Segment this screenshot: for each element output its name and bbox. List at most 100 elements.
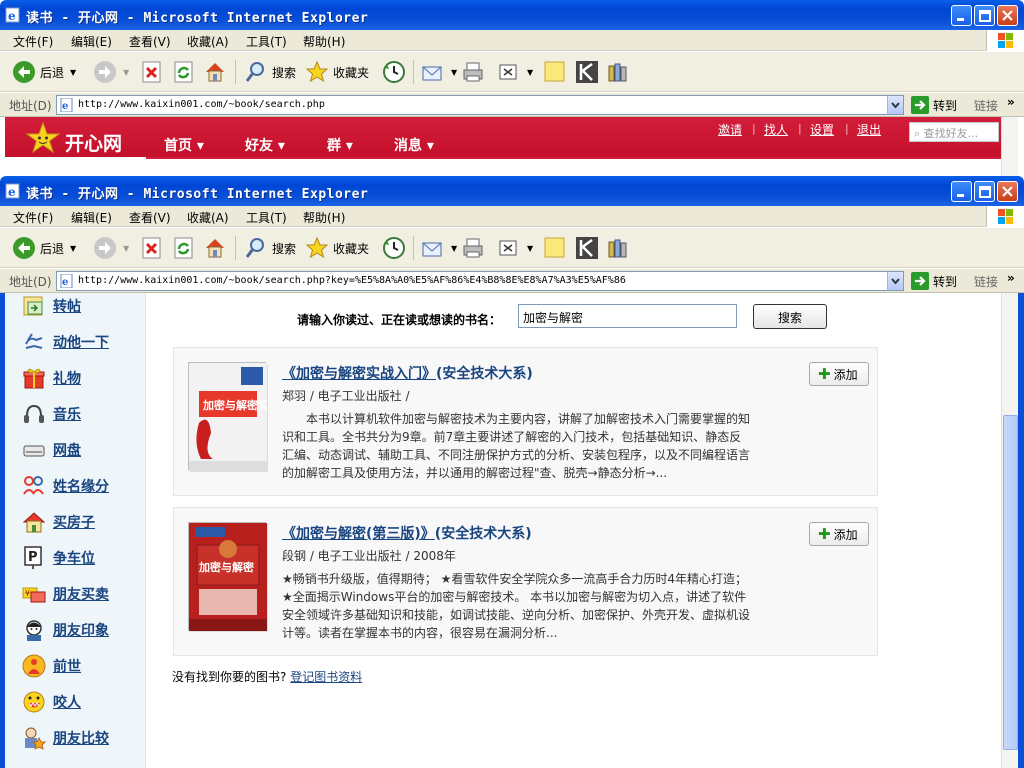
page-content: 转帖 动他一下 礼物 音乐 网盘 姓名缘分 买房子 P 争车位 ¥ 朋友买卖 朋… [0,293,1024,768]
minimize-button[interactable] [951,181,972,202]
research-button[interactable] [606,58,630,86]
discuss-button[interactable] [543,58,567,86]
nav-messages[interactable]: 消息 ▾ [394,135,434,155]
search-button[interactable]: 搜索 [244,58,296,86]
history-button[interactable] [382,234,406,262]
gift-icon [23,368,45,389]
menu-file[interactable]: 文件(F) [13,209,53,226]
standard-toolbar: 后退 ▼ ▼ 搜索 收藏夹 ▼ ▼ [0,52,1024,92]
favorites-button[interactable]: 收藏夹 [305,234,369,262]
scrollbar-thumb[interactable] [1003,415,1018,750]
research-button[interactable] [606,234,630,262]
browser-window-back[interactable]: e 读书 - 开心网 - Microsoft Internet Explorer… [0,0,1024,176]
sidebar-item-gift[interactable]: 礼物 [22,366,81,390]
messenger-button[interactable] [575,234,599,262]
book-title[interactable]: 《加密与解密(第三版)》(安全技术大系) [282,523,532,543]
nav-home[interactable]: 首页 ▾ [164,135,204,155]
address-input[interactable]: e http://www.kaixin001.com/~book/search.… [56,271,904,291]
discuss-button[interactable] [543,234,567,262]
book-cover-image[interactable]: 加密与解密实战入门 [188,362,302,471]
edit-button[interactable]: ▼ [497,58,533,86]
home-button[interactable] [203,58,227,86]
sidebar-item-netdisk[interactable]: 网盘 [22,438,81,462]
book-title[interactable]: 《加密与解密实战入门》(安全技术大系) [282,363,533,383]
back-button[interactable]: 后退 ▼ [12,234,76,262]
menu-help[interactable]: 帮助(H) [303,209,345,226]
maximize-button[interactable] [974,5,995,26]
find-friend-input[interactable]: ⌕ 查找好友... [909,122,999,142]
add-book-button[interactable]: ✚ 添加 [809,522,869,546]
messenger-button[interactable] [575,58,599,86]
menu-favorites[interactable]: 收藏(A) [187,33,229,50]
book-search-button[interactable]: 搜索 [753,304,827,329]
menu-view[interactable]: 查看(V) [129,209,171,226]
links-label[interactable]: 链接 [974,273,998,290]
menu-edit[interactable]: 编辑(E) [71,33,112,50]
print-button[interactable] [461,234,485,262]
sidebar-item-poke[interactable]: 动他一下 [22,330,109,354]
book-search-input[interactable]: 加密与解密 [518,304,737,328]
site-logo-text[interactable]: 开心网 [65,129,122,156]
chevron-down-icon [891,278,900,285]
forward-button[interactable]: ▼ [93,234,129,262]
sidebar-item-music[interactable]: 音乐 [22,402,81,426]
menu-tools[interactable]: 工具(T) [246,209,287,226]
refresh-button[interactable] [173,58,195,86]
search-button[interactable]: 搜索 [244,234,296,262]
settings-link[interactable]: 设置 [810,121,834,138]
logout-link[interactable]: 退出 [857,121,881,138]
address-dropdown[interactable] [887,96,903,114]
links-label[interactable]: 链接 [974,97,998,114]
title-bar[interactable]: e 读书 - 开心网 - Microsoft Internet Explorer [0,0,1024,30]
vertical-scrollbar[interactable] [1001,293,1018,768]
sidebar-item-compare[interactable]: 朋友比较 [22,726,109,750]
scrollbar[interactable] [1001,117,1018,176]
sidebar-item-bite[interactable]: 咬人 [22,690,81,714]
sidebar-item-name-match[interactable]: 姓名缘分 [22,474,109,498]
invite-link[interactable]: 邀请 [718,121,742,138]
mail-button[interactable]: ▼ [421,234,457,262]
go-arrow-icon [911,272,929,290]
go-button[interactable]: 转到 [911,96,957,114]
title-bar[interactable]: e 读书 - 开心网 - Microsoft Internet Explorer [0,176,1024,206]
find-people-link[interactable]: 找人 [764,121,788,138]
menu-edit[interactable]: 编辑(E) [71,209,112,226]
favorites-button[interactable]: 收藏夹 [305,58,369,86]
refresh-button[interactable] [173,234,195,262]
home-button[interactable] [203,234,227,262]
menu-view[interactable]: 查看(V) [129,33,171,50]
stop-button[interactable] [141,234,163,262]
close-button[interactable] [997,181,1018,202]
register-book-link[interactable]: 登记图书资料 [290,670,362,684]
maximize-button[interactable] [974,181,995,202]
menu-tools[interactable]: 工具(T) [246,33,287,50]
address-input[interactable]: e http://www.kaixin001.com/~book/search.… [56,95,904,115]
stop-button[interactable] [141,58,163,86]
sidebar-item-parking[interactable]: P 争车位 [22,546,95,570]
add-book-button[interactable]: ✚ 添加 [809,362,869,386]
sidebar-item-repost[interactable]: 转帖 [22,294,81,318]
links-chevron[interactable]: » [1007,271,1015,285]
sidebar-item-friend-trade[interactable]: ¥ 朋友买卖 [22,582,109,606]
back-button[interactable]: 后退 ▼ [12,58,76,86]
forward-button[interactable]: ▼ [93,58,129,86]
edit-button[interactable]: ▼ [497,234,533,262]
links-chevron[interactable]: » [1007,95,1015,109]
sidebar-item-impression[interactable]: 朋友印象 [22,618,109,642]
mail-button[interactable]: ▼ [421,58,457,86]
history-button[interactable] [382,58,406,86]
nav-groups[interactable]: 群 ▾ [327,135,353,155]
minimize-button[interactable] [951,5,972,26]
menu-help[interactable]: 帮助(H) [303,33,345,50]
print-button[interactable] [461,58,485,86]
go-button[interactable]: 转到 [911,272,957,290]
sidebar-item-buy-house[interactable]: 买房子 [22,510,95,534]
close-button[interactable] [997,5,1018,26]
menu-favorites[interactable]: 收藏(A) [187,209,229,226]
nav-friends[interactable]: 好友 ▾ [245,135,285,155]
menu-file[interactable]: 文件(F) [13,33,53,50]
browser-window-front[interactable]: e 读书 - 开心网 - Microsoft Internet Explorer… [0,176,1024,768]
address-dropdown[interactable] [887,272,903,290]
book-cover-image[interactable]: 加密与解密 [188,522,267,631]
sidebar-item-past-life[interactable]: 前世 [22,654,81,678]
